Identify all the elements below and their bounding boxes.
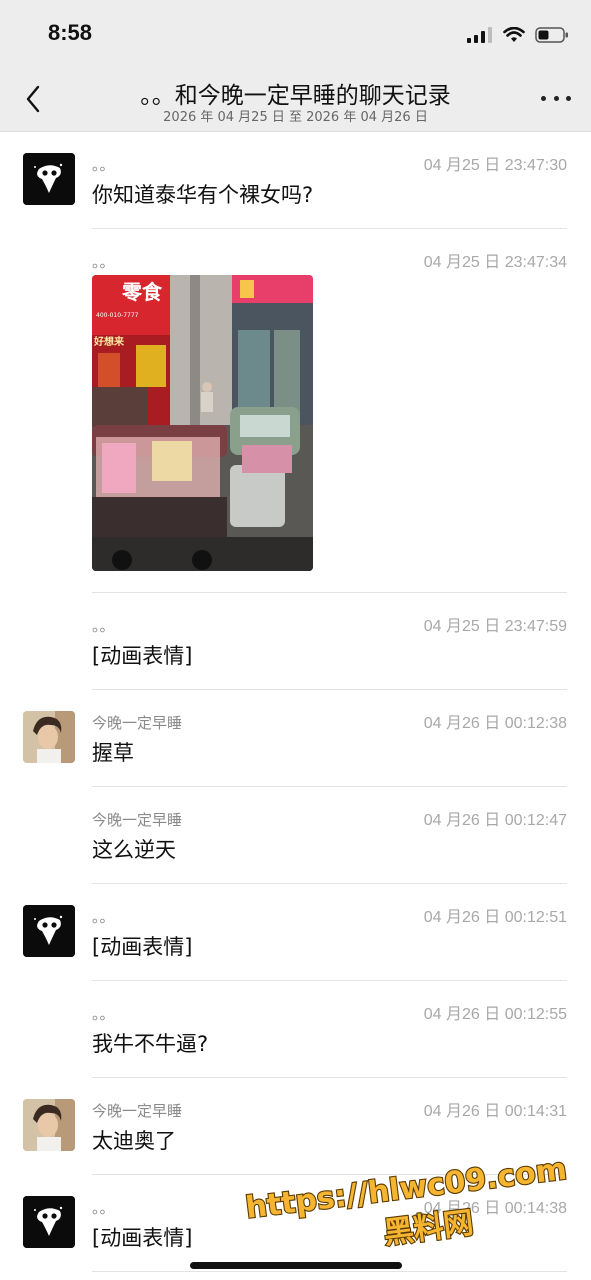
message-time: 04 月26 日 00:12:38 [423, 715, 567, 732]
nav-bar: 。。和今晚一定早睡的聊天记录 2026 年 04 月25 日 至 2026 年 … [0, 64, 591, 132]
more-icon [541, 95, 546, 101]
battery-icon [535, 27, 568, 43]
message-text[interactable]: [动画表情] [92, 931, 192, 961]
message-time: 04 月26 日 00:14:38 [423, 1200, 567, 1217]
status-bar: 8:58 [0, 0, 591, 64]
date-range: 2026 年 04 月25 日 至 2026 年 04 月26 日 [163, 110, 428, 125]
divider [92, 786, 567, 787]
street-photo: 零食 400-010-7777 好想来 [92, 275, 313, 571]
sender-name: 。。 [92, 1005, 115, 1023]
chevron-left-icon [26, 85, 40, 113]
message-text[interactable]: [动画表情] [92, 1222, 192, 1252]
more-button[interactable] [541, 90, 571, 106]
signal-icon [467, 27, 492, 43]
avatar-b-icon [23, 711, 75, 763]
avatar-a-icon [23, 153, 75, 205]
avatar[interactable] [23, 1196, 75, 1248]
avatar-a-icon [23, 1196, 75, 1248]
svg-text:好想来: 好想来 [93, 335, 125, 348]
divider [92, 228, 567, 229]
message-time: 04 月26 日 00:12:55 [423, 1006, 567, 1023]
page-title: 。。和今晚一定早睡的聊天记录 [140, 83, 451, 109]
message-text[interactable]: 握草 [92, 737, 134, 767]
avatar[interactable] [23, 153, 75, 205]
avatar[interactable] [23, 905, 75, 957]
sender-name: 。。 [92, 617, 115, 635]
status-time: 8:58 [48, 20, 93, 45]
avatar-b-icon [23, 1099, 75, 1151]
sender-name: 。。 [92, 253, 115, 271]
divider [92, 1077, 567, 1078]
wifi-icon [503, 27, 525, 42]
sender-name: 。。 [92, 156, 115, 174]
image-message[interactable]: 零食 400-010-7777 好想来 [92, 275, 313, 571]
sender-name: 。。 [92, 908, 115, 926]
chat-history[interactable]: 。。 04 月25 日 23:47:30 你知道泰华有个裸女吗? 。。 04 月… [0, 132, 591, 1280]
divider [92, 883, 567, 884]
home-indicator[interactable] [190, 1262, 402, 1269]
message-text[interactable]: [动画表情] [92, 640, 192, 670]
divider [92, 592, 567, 593]
divider [92, 980, 567, 981]
avatar[interactable] [23, 1099, 75, 1151]
message-text[interactable]: 这么逆天 [92, 834, 176, 864]
sender-name: 。。 [92, 1199, 115, 1217]
message-text[interactable]: 你知道泰华有个裸女吗? [92, 179, 313, 209]
message-time: 04 月26 日 00:12:47 [423, 812, 567, 829]
message-text[interactable]: 太迪奥了 [92, 1125, 176, 1155]
svg-text:400-010-7777: 400-010-7777 [96, 312, 139, 319]
back-button[interactable] [18, 82, 48, 116]
sender-name: 今晚一定早睡 [92, 714, 183, 732]
message-time: 04 月26 日 00:14:31 [423, 1103, 567, 1120]
svg-text:零食: 零食 [121, 280, 163, 304]
sender-name: 今晚一定早睡 [92, 811, 183, 829]
avatar-a-icon [23, 905, 75, 957]
message-time: 04 月26 日 00:12:51 [423, 909, 567, 926]
sender-name: 今晚一定早睡 [92, 1102, 183, 1120]
status-icons [467, 24, 569, 46]
message-text[interactable]: 我牛不牛逼? [92, 1028, 208, 1058]
message-time: 04 月25 日 23:47:30 [423, 157, 567, 174]
divider [92, 1174, 567, 1175]
divider [92, 1271, 567, 1272]
message-time: 04 月25 日 23:47:59 [423, 618, 567, 635]
avatar[interactable] [23, 711, 75, 763]
divider [92, 689, 567, 690]
message-time: 04 月25 日 23:47:34 [423, 254, 567, 271]
